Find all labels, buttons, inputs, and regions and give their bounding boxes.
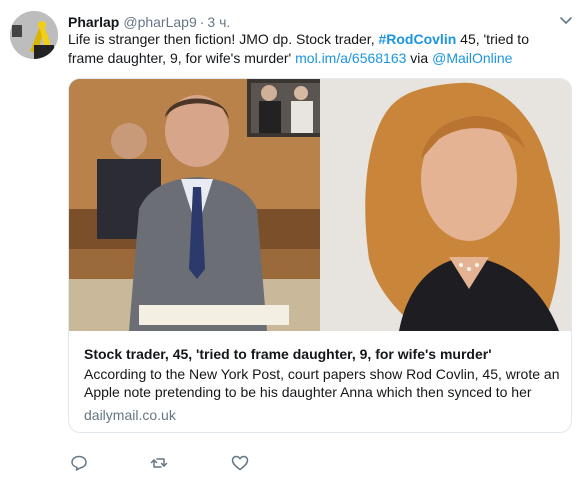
author-name[interactable]: Pharlap — [68, 14, 119, 30]
timestamp[interactable]: 3 ч. — [207, 14, 230, 30]
card-domain: dailymail.co.uk — [84, 407, 176, 423]
reply-icon — [71, 455, 87, 471]
avatar-image — [10, 11, 58, 59]
card-title[interactable]: Stock trader, 45, 'tried to frame daught… — [84, 345, 564, 363]
like-icon — [231, 455, 249, 471]
hashtag-link[interactable]: #RodCovlin — [378, 31, 456, 47]
tweet[interactable]: Pharlap @pharLap9 · 3 ч. Life is stranger t… — [0, 0, 584, 478]
separator: · — [199, 14, 205, 30]
tweet-text-part: via — [406, 50, 433, 66]
chevron-down-icon[interactable] — [558, 12, 574, 28]
tweet-header: Pharlap @pharLap9 · 3 ч. — [68, 12, 538, 32]
tweet-text: Life is stranger then fiction! JMO dp. S… — [68, 30, 568, 68]
tweet-text-part: Life is stranger then fiction! JMO dp. S… — [68, 31, 379, 47]
link-card[interactable]: Stock trader, 45, 'tried to frame daught… — [68, 78, 572, 433]
tweet-actions — [68, 452, 468, 474]
card-image — [69, 79, 571, 331]
avatar[interactable] — [10, 11, 58, 59]
mention-link[interactable]: @MailOnline — [432, 50, 512, 66]
reply-button[interactable] — [68, 452, 90, 474]
card-body: Stock trader, 45, 'tried to frame daught… — [69, 331, 571, 432]
retweet-button[interactable] — [148, 452, 170, 474]
retweet-icon — [150, 458, 168, 468]
author-handle[interactable]: @pharLap9 — [123, 14, 196, 30]
like-button[interactable] — [229, 452, 251, 474]
card-description: According to the New York Post, court pa… — [84, 366, 560, 400]
url-link[interactable]: mol.im/a/6568163 — [295, 50, 406, 66]
